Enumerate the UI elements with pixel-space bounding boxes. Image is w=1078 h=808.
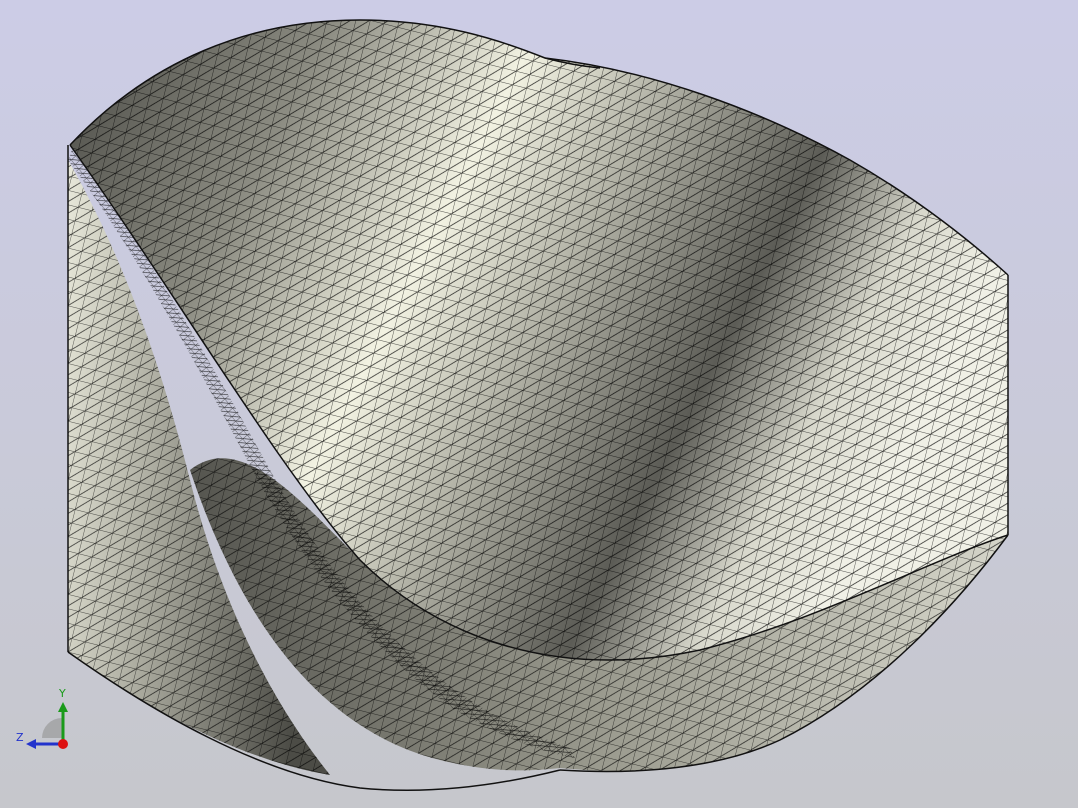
axis-triad: Y Z	[12, 688, 76, 752]
z-axis-label: Z	[16, 731, 24, 744]
mesh-model[interactable]	[0, 0, 1078, 808]
y-axis-label: Y	[59, 687, 66, 700]
3d-viewport[interactable]: Y Z	[0, 0, 1078, 808]
